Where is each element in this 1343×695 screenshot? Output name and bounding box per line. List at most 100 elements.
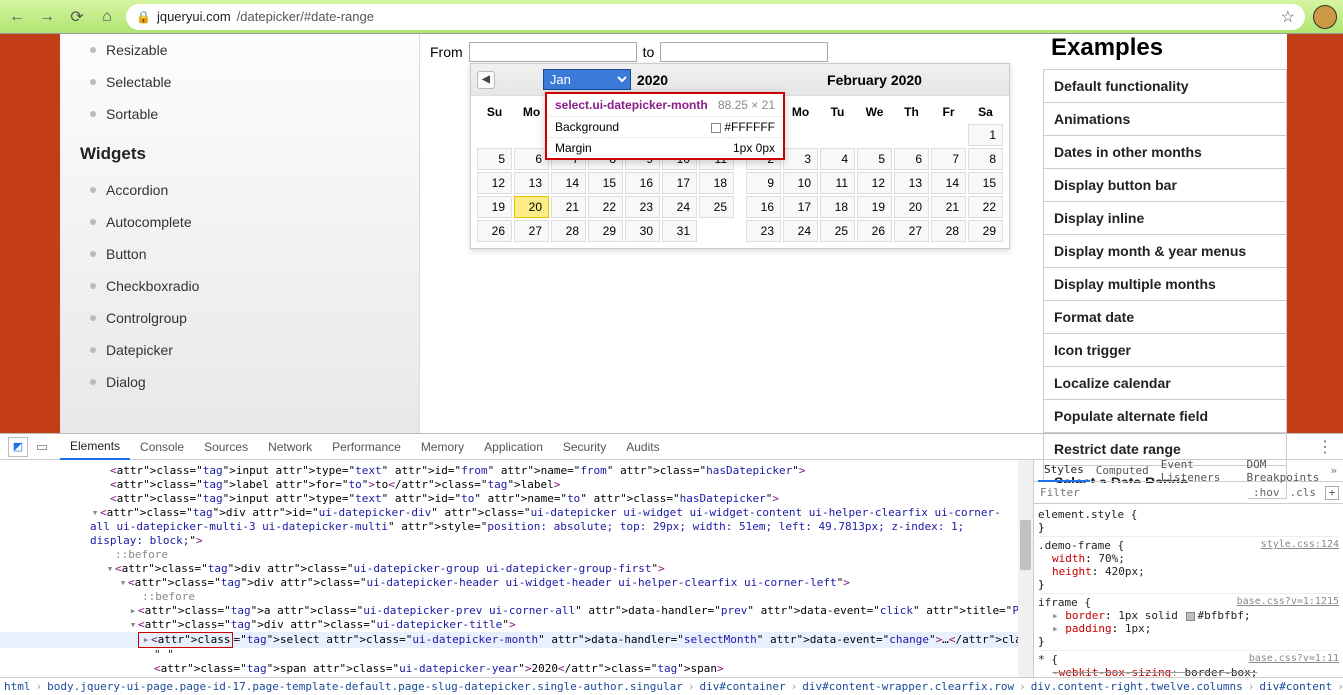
calendar-day[interactable]: 21	[551, 196, 586, 218]
calendar-day[interactable]: 7	[931, 148, 966, 170]
to-input[interactable]	[660, 42, 828, 62]
calendar-day[interactable]: 27	[894, 220, 929, 242]
examples-item[interactable]: Populate alternate field	[1043, 399, 1287, 433]
html-source-line[interactable]: ▾<attr">class="tag">div attr">id="ui-dat…	[0, 506, 1033, 548]
css-rule[interactable]: element.style {}	[1038, 506, 1339, 537]
examples-item[interactable]: Default functionality	[1043, 69, 1287, 103]
calendar-day[interactable]: 5	[857, 148, 892, 170]
calendar-day[interactable]: 29	[588, 220, 623, 242]
calendar-day[interactable]: 26	[857, 220, 892, 242]
calendar-day[interactable]: 18	[820, 196, 855, 218]
calendar-day[interactable]: 6	[514, 148, 549, 170]
back-button[interactable]: ←	[6, 6, 28, 28]
sidebar-item[interactable]: Checkboxradio	[72, 270, 419, 302]
styles-tab[interactable]: DOM Breakpoints	[1241, 460, 1327, 482]
calendar-day[interactable]: 17	[662, 172, 697, 194]
html-source-line[interactable]: ::before	[0, 548, 1033, 562]
calendar-day[interactable]: 5	[477, 148, 512, 170]
calendar-day[interactable]: 15	[588, 172, 623, 194]
html-source-line[interactable]: <attr">class="tag">input attr">type="tex…	[0, 464, 1033, 478]
prev-month-button[interactable]: ◀	[477, 71, 495, 89]
styles-tab[interactable]: Styles	[1038, 460, 1090, 482]
html-source-line[interactable]: ▸<attr">class="tag">a attr">class="ui-da…	[0, 604, 1033, 618]
sidebar-item[interactable]: Selectable	[72, 66, 419, 98]
examples-item[interactable]: Dates in other months	[1043, 135, 1287, 169]
calendar-day[interactable]: 14	[931, 172, 966, 194]
calendar-day[interactable]: 11	[820, 172, 855, 194]
element-picker-icon[interactable]: ◩	[8, 437, 28, 457]
elements-panel[interactable]: <attr">class="tag">input attr">type="tex…	[0, 460, 1033, 677]
examples-item[interactable]: Localize calendar	[1043, 366, 1287, 400]
calendar-day[interactable]: 12	[477, 172, 512, 194]
devtools-tab[interactable]: Performance	[322, 434, 411, 460]
calendar-day[interactable]: 12	[857, 172, 892, 194]
rule-source[interactable]: style.css:124	[1261, 539, 1339, 550]
bookmark-star-icon[interactable]: ☆	[1281, 7, 1295, 27]
styles-rules[interactable]: element.style {}style.css:124.demo-frame…	[1034, 504, 1343, 677]
styles-tab[interactable]: Computed	[1090, 460, 1155, 482]
sidebar-item[interactable]: Accordion	[72, 174, 419, 206]
devtools-tab[interactable]: Sources	[194, 434, 258, 460]
calendar-day[interactable]: 9	[746, 172, 781, 194]
calendar-day[interactable]: 13	[514, 172, 549, 194]
hov-toggle[interactable]: :hov	[1248, 486, 1285, 499]
calendar-day[interactable]: 18	[699, 172, 734, 194]
sidebar-item[interactable]: Resizable	[72, 34, 419, 66]
calendar-day[interactable]: 30	[625, 220, 660, 242]
devtools-tab[interactable]: Elements	[60, 434, 130, 460]
crumb[interactable]: div.content-right.twelve.columns	[1031, 680, 1243, 693]
sidebar-item[interactable]: Controlgroup	[72, 302, 419, 334]
calendar-day[interactable]: 19	[857, 196, 892, 218]
calendar-day[interactable]: 20	[514, 196, 549, 218]
calendar-day[interactable]: 14	[551, 172, 586, 194]
examples-item[interactable]: Display month & year menus	[1043, 234, 1287, 268]
calendar-day[interactable]: 15	[968, 172, 1003, 194]
forward-button[interactable]: →	[36, 6, 58, 28]
scrollbar-vertical[interactable]	[1018, 460, 1033, 677]
calendar-day[interactable]: 13	[894, 172, 929, 194]
url-bar[interactable]: 🔒 jqueryui.com/datepicker/#date-range ☆	[126, 4, 1305, 30]
sidebar-item[interactable]: Datepicker	[72, 334, 419, 366]
html-source-line[interactable]: <attr">class="tag">span attr">class="ui-…	[0, 662, 1033, 676]
devtools-tab[interactable]: Security	[553, 434, 616, 460]
calendar-day[interactable]: 25	[820, 220, 855, 242]
rule-source[interactable]: base.css?v=1:1215	[1237, 596, 1339, 607]
devtools-more-icon[interactable]: ⋮	[1317, 437, 1333, 457]
styles-filter-input[interactable]	[1034, 483, 1248, 503]
html-source-line[interactable]: ▾<attr">class="tag">div attr">class="ui-…	[0, 562, 1033, 576]
devtools-tab[interactable]: Network	[258, 434, 322, 460]
html-source-line[interactable]: " "	[0, 648, 1033, 662]
html-source-line[interactable]: <attr">class="tag">label attr">for="to">…	[0, 478, 1033, 492]
device-toggle-icon[interactable]: ▭	[32, 437, 52, 457]
calendar-day[interactable]: 20	[894, 196, 929, 218]
css-rule[interactable]: base.css?v=1:11* {-webkit-box-sizing: bo…	[1038, 651, 1339, 677]
html-source-line[interactable]: </attr">class="tag">div>	[0, 676, 1033, 677]
calendar-day[interactable]: 27	[514, 220, 549, 242]
crumb[interactable]: html	[4, 680, 31, 693]
calendar-day[interactable]: 24	[662, 196, 697, 218]
calendar-day[interactable]: 19	[477, 196, 512, 218]
css-rule[interactable]: style.css:124.demo-frame {width: 70%;hei…	[1038, 537, 1339, 594]
rule-source[interactable]: base.css?v=1:11	[1249, 653, 1339, 664]
calendar-day[interactable]: 8	[968, 148, 1003, 170]
calendar-day[interactable]: 17	[783, 196, 818, 218]
profile-avatar[interactable]	[1313, 5, 1337, 29]
examples-item[interactable]: Format date	[1043, 300, 1287, 334]
sidebar-item[interactable]: Dialog	[72, 366, 419, 398]
calendar-day[interactable]: 10	[783, 172, 818, 194]
calendar-day[interactable]: 22	[968, 196, 1003, 218]
devtools-tab[interactable]: Memory	[411, 434, 474, 460]
styles-tab[interactable]: Event Listeners	[1155, 460, 1241, 482]
calendar-day[interactable]: 28	[931, 220, 966, 242]
examples-item[interactable]: Display multiple months	[1043, 267, 1287, 301]
month-select[interactable]: Jan	[543, 69, 631, 90]
examples-item[interactable]: Display button bar	[1043, 168, 1287, 202]
examples-item[interactable]: Animations	[1043, 102, 1287, 136]
sidebar-item[interactable]: Autocomplete	[72, 206, 419, 238]
calendar-day[interactable]: 4	[820, 148, 855, 170]
calendar-day[interactable]: 28	[551, 220, 586, 242]
home-button[interactable]: ⌂	[96, 6, 118, 28]
calendar-day[interactable]: 16	[625, 172, 660, 194]
crumb[interactable]: div#content-wrapper.clearfix.row	[802, 680, 1014, 693]
calendar-day[interactable]: 31	[662, 220, 697, 242]
